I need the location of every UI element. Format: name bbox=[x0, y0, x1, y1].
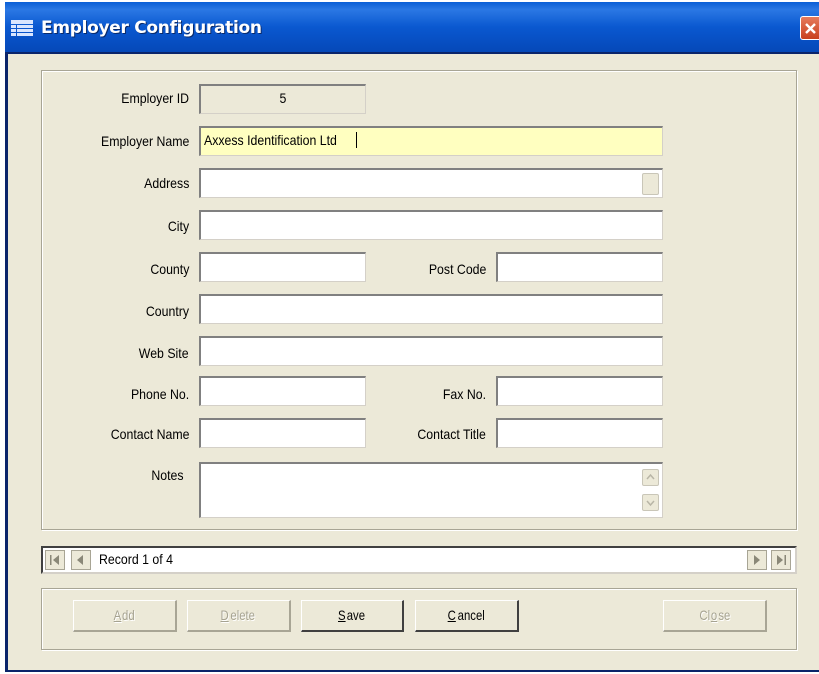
web-site-label: Web Site bbox=[139, 345, 189, 361]
contact-name-label: Contact Name bbox=[110, 426, 189, 442]
employer-name-label: Employer Name bbox=[100, 133, 189, 149]
country-label: Country bbox=[145, 303, 189, 319]
employer-id-field: 5 bbox=[199, 84, 366, 114]
city-input[interactable] bbox=[199, 210, 663, 240]
first-record-button[interactable] bbox=[45, 550, 65, 570]
address-scrollbar[interactable] bbox=[642, 173, 659, 195]
first-record-icon bbox=[50, 555, 59, 565]
employer-name-value: Axxess Identification Ltd bbox=[204, 132, 337, 148]
phone-input[interactable] bbox=[199, 376, 366, 406]
scroll-up-icon bbox=[646, 473, 655, 480]
delete-button[interactable]: Delete bbox=[187, 600, 291, 632]
save-button[interactable]: Save bbox=[301, 600, 404, 632]
country-input[interactable] bbox=[199, 294, 663, 324]
next-record-button[interactable] bbox=[747, 550, 767, 570]
add-button[interactable]: Add bbox=[73, 600, 177, 632]
grid-window-icon bbox=[11, 20, 33, 36]
cancel-button[interactable]: Cancel bbox=[415, 600, 519, 632]
phone-label: Phone No. bbox=[130, 386, 189, 402]
fax-label: Fax No. bbox=[442, 386, 486, 402]
notes-scroll-down-button[interactable] bbox=[642, 494, 659, 511]
title-bar[interactable]: Employer Configuration bbox=[5, 2, 819, 54]
contact-title-label: Contact Title bbox=[417, 426, 486, 442]
address-input[interactable] bbox=[199, 168, 663, 198]
county-label: County bbox=[149, 261, 189, 277]
text-caret bbox=[355, 132, 357, 148]
employer-id-label: Employer ID bbox=[121, 90, 189, 106]
county-input[interactable] bbox=[199, 252, 366, 282]
fax-input[interactable] bbox=[496, 376, 663, 406]
web-site-input[interactable] bbox=[199, 336, 663, 366]
window-title: Employer Configuration bbox=[41, 18, 262, 38]
employer-id-value: 5 bbox=[279, 90, 286, 106]
employer-name-input[interactable]: Axxess Identification Ltd bbox=[199, 126, 663, 156]
previous-record-icon bbox=[77, 555, 83, 565]
notes-textarea[interactable] bbox=[199, 462, 663, 518]
last-record-button[interactable] bbox=[771, 550, 791, 570]
city-label: City bbox=[167, 218, 189, 234]
record-position-text: Record 1 of 4 bbox=[99, 551, 173, 567]
record-navigator: Record 1 of 4 bbox=[41, 546, 797, 574]
notes-scroll-up-button[interactable] bbox=[642, 469, 659, 486]
next-record-icon bbox=[754, 555, 760, 565]
address-label: Address bbox=[143, 175, 189, 191]
post-code-input[interactable] bbox=[496, 252, 663, 282]
close-window-button[interactable] bbox=[800, 16, 819, 40]
last-record-icon bbox=[777, 555, 786, 565]
contact-title-input[interactable] bbox=[496, 418, 663, 448]
previous-record-button[interactable] bbox=[71, 550, 91, 570]
close-icon bbox=[805, 23, 816, 34]
contact-name-input[interactable] bbox=[199, 418, 366, 448]
post-code-label: Post Code bbox=[428, 261, 486, 277]
close-button[interactable]: Close bbox=[663, 600, 767, 632]
notes-label: Notes bbox=[151, 467, 184, 483]
scroll-down-icon bbox=[646, 500, 655, 507]
